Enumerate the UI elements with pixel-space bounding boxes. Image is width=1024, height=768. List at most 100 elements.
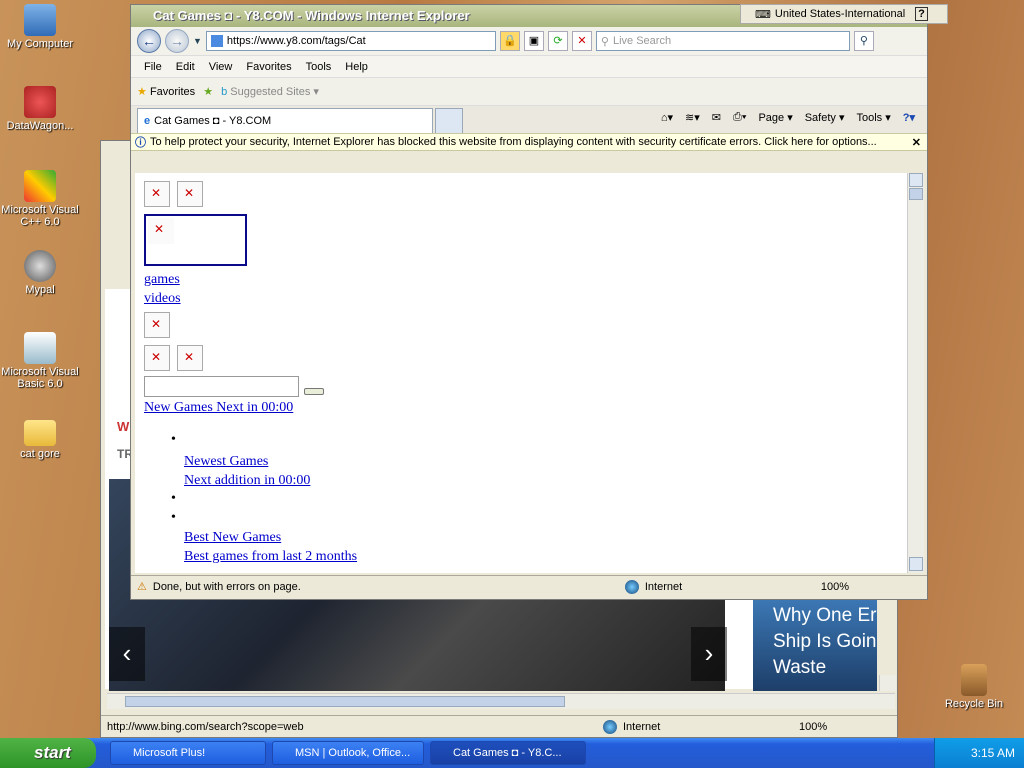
- back-button[interactable]: ←: [137, 29, 161, 53]
- hero-prev-button[interactable]: ‹: [109, 627, 145, 681]
- feeds-icon[interactable]: ≋▾: [685, 111, 700, 124]
- keyboard-icon: ⌨: [755, 8, 771, 21]
- address-row: ← → ▼ https://www.y8.com/tags/Cat 🔒 ▣ ⟳ …: [131, 27, 927, 55]
- favorites-button[interactable]: ★ Favorites: [137, 85, 195, 98]
- hero-next-button[interactable]: ›: [691, 627, 727, 681]
- start-button[interactable]: start: [0, 738, 96, 768]
- clock[interactable]: 3:15 AM: [971, 746, 1015, 760]
- tab-cat-games[interactable]: e Cat Games ◘ - Y8.COM: [137, 108, 433, 133]
- scroll-thumb[interactable]: [909, 188, 923, 200]
- page-menu-label: Page: [758, 112, 785, 124]
- warning-icon[interactable]: ⚠: [137, 580, 147, 593]
- tools-menu-label: Tools: [856, 112, 883, 124]
- scroll-up-button[interactable]: [909, 173, 923, 187]
- task-cat-games[interactable]: Cat Games ◘ - Y8.C...: [430, 741, 586, 765]
- stop-icon[interactable]: ✕: [571, 31, 592, 51]
- broken-image: [144, 345, 170, 371]
- safety-menu-label: Safety: [804, 112, 836, 124]
- search-icon: ⚲: [600, 35, 609, 48]
- recycle-bin-icon: [961, 664, 987, 696]
- desktop-icon-cat-gore[interactable]: cat gore: [0, 414, 80, 460]
- suggested-sites-button[interactable]: b Suggested Sites ▾: [221, 85, 319, 98]
- desktop-icon-label: Recycle Bin: [944, 698, 1004, 710]
- desktop-icon-label: cat gore: [20, 448, 60, 460]
- link-games[interactable]: games: [144, 272, 180, 288]
- search-go-button[interactable]: ⚲: [853, 31, 874, 51]
- print-icon[interactable]: ⎙▾: [733, 111, 746, 124]
- scroll-down-button[interactable]: [909, 557, 923, 571]
- bing-icon: b: [221, 86, 228, 98]
- close-icon[interactable]: ✕: [912, 136, 921, 149]
- front-status-bar: ⚠ Done, but with errors on page. Interne…: [131, 575, 927, 597]
- desktop-icon-label: Microsoft Visual Basic 6.0: [1, 366, 79, 390]
- help-icon[interactable]: ?: [915, 7, 928, 21]
- page-search-input[interactable]: [144, 376, 299, 397]
- bullet: •: [171, 491, 176, 506]
- back-status-url: http://www.bing.com/search?scope=web: [107, 720, 304, 733]
- search-input[interactable]: ⚲ Live Search: [595, 31, 850, 51]
- page-icon: [210, 35, 223, 47]
- refresh-icon[interactable]: ⟳: [547, 31, 568, 51]
- home-icon[interactable]: ⌂▾: [661, 111, 673, 124]
- mypal-icon: [24, 250, 56, 282]
- info-bar-text: To help protect your security, Internet …: [150, 136, 877, 148]
- forward-button[interactable]: →: [165, 29, 189, 53]
- chevron-down-icon[interactable]: ▼: [193, 36, 202, 46]
- link-next-addition[interactable]: Next addition in 00:00: [184, 473, 310, 489]
- task-microsoft-plus[interactable]: Microsoft Plus!: [110, 741, 266, 765]
- desktop-icon-my-computer[interactable]: My Computer: [0, 4, 80, 50]
- language-label: United States-International: [774, 8, 906, 20]
- link-best-games-last[interactable]: Best games from last 2 months: [184, 549, 357, 565]
- front-status-zoom[interactable]: 100%: [821, 581, 849, 593]
- menu-tools[interactable]: Tools: [299, 61, 339, 73]
- back-horizontal-scrollbar[interactable]: [107, 693, 895, 709]
- link-best-new-games[interactable]: Best New Games: [184, 530, 281, 546]
- star-icon: ★: [137, 86, 147, 98]
- computer-icon: [24, 4, 56, 36]
- safety-menu[interactable]: Safety ▾: [805, 111, 845, 124]
- favorites-label: Favorites: [149, 86, 196, 98]
- back-status-bar: http://www.bing.com/search?scope=web Int…: [101, 715, 897, 737]
- desktop-icon-mypal[interactable]: Mypal: [0, 250, 80, 296]
- desktop-icon-visual-basic[interactable]: Microsoft Visual Basic 6.0: [0, 332, 80, 390]
- tab-row: e Cat Games ◘ - Y8.COM ⌂▾ ≋▾ ✉ ⎙▾ Page ▾…: [131, 105, 927, 133]
- desktop-icon-datawagon[interactable]: DataWagon...: [0, 86, 80, 132]
- page-search-button[interactable]: [304, 388, 324, 395]
- desktop-icon-recycle-bin[interactable]: Recycle Bin: [934, 664, 1014, 710]
- menu-favorites[interactable]: Favorites: [239, 61, 298, 73]
- bullet: •: [171, 510, 176, 525]
- new-tab-button[interactable]: [435, 108, 463, 133]
- back-vertical-scrollbar[interactable]: [879, 675, 896, 691]
- desktop-icon-label: Microsoft Visual C++ 6.0: [1, 204, 79, 228]
- menu-view[interactable]: View: [202, 61, 240, 73]
- task-msn[interactable]: MSN | Outlook, Office...: [272, 741, 424, 765]
- tools-menu[interactable]: Tools ▾: [856, 111, 890, 124]
- link-videos[interactable]: videos: [144, 291, 181, 307]
- page-content: games videos New Games Next in 00:00 • N…: [135, 173, 907, 573]
- back-hscroll-thumb[interactable]: [125, 696, 565, 707]
- link-newest-games[interactable]: Newest Games: [184, 454, 268, 470]
- security-info-bar[interactable]: ⓘ To help protect your security, Interne…: [131, 133, 927, 151]
- lock-icon[interactable]: 🔒: [499, 31, 520, 51]
- front-vertical-scrollbar[interactable]: [907, 173, 924, 573]
- menu-edit[interactable]: Edit: [169, 61, 202, 73]
- compat-view-icon[interactable]: ▣: [523, 31, 544, 51]
- news-headline[interactable]: Why One Er Ship Is Goin Waste: [773, 603, 877, 689]
- page-menu[interactable]: Page ▾: [758, 111, 792, 124]
- back-status-zoom[interactable]: 100%: [799, 721, 827, 733]
- address-bar[interactable]: https://www.y8.com/tags/Cat: [205, 31, 496, 51]
- link-new-games-next[interactable]: New Games Next in 00:00: [144, 400, 293, 416]
- globe-icon: [624, 579, 639, 594]
- menu-help[interactable]: Help: [338, 61, 375, 73]
- ie-window-front[interactable]: Cat Games ◘ - Y8.COM - Windows Internet …: [130, 4, 928, 600]
- desktop-icon-visual-cpp[interactable]: Microsoft Visual C++ 6.0: [0, 170, 80, 228]
- mail-icon[interactable]: ✉: [712, 111, 721, 124]
- broken-image-boxed: [144, 214, 247, 266]
- add-favorites-icon[interactable]: ★: [203, 85, 213, 98]
- language-bar[interactable]: ⌨ United States-International ?: [740, 4, 948, 24]
- menu-file[interactable]: File: [137, 61, 169, 73]
- help-icon[interactable]: ?▾: [903, 111, 915, 124]
- visual-basic-icon: [24, 332, 56, 364]
- back-status-zone: Internet: [623, 720, 661, 733]
- front-status-text: Done, but with errors on page.: [152, 580, 301, 593]
